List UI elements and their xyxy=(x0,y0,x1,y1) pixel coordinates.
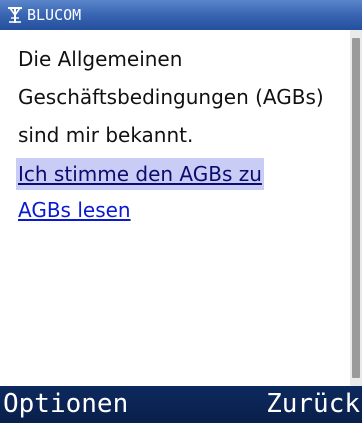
accept-terms-link[interactable]: Ich stimme den AGBs zu xyxy=(16,158,264,190)
text-line: Geschäftsbedingungen (AGBs) xyxy=(18,85,324,109)
antenna-signal-icon xyxy=(6,5,24,25)
scrollbar-thumb[interactable] xyxy=(352,38,360,378)
message-content: Die Allgemeinen Geschäftsbedingungen (AG… xyxy=(0,30,348,386)
app-title: BLUCOM xyxy=(27,6,82,24)
text-line: Die Allgemeinen xyxy=(18,47,183,71)
read-terms-link[interactable]: AGBs lesen xyxy=(18,194,131,226)
vertical-scrollbar[interactable] xyxy=(350,30,362,386)
text-line: sind mir bekannt. xyxy=(18,123,194,147)
options-softkey[interactable]: Optionen xyxy=(3,386,128,423)
softkey-bar: Optionen Zurück xyxy=(0,386,362,423)
phone-screen: BLUCOM Die Allgemeinen Geschäftsbedingun… xyxy=(0,0,362,423)
title-bar: BLUCOM xyxy=(0,0,362,30)
back-softkey[interactable]: Zurück xyxy=(266,386,360,423)
